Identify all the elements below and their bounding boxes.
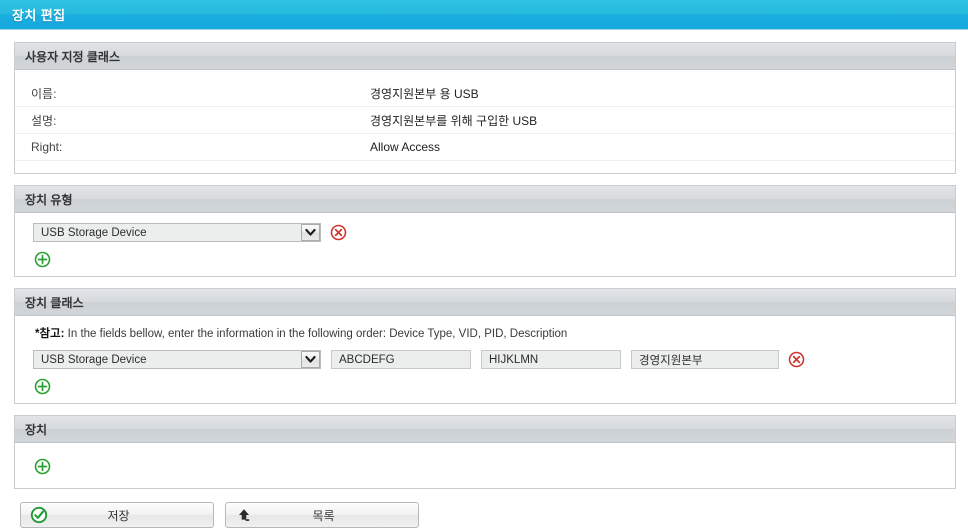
pid-input[interactable]: HIJKLMN	[481, 350, 621, 369]
device-type-panel-header: 장치 유형	[15, 186, 955, 213]
device-class-add-row	[15, 376, 955, 403]
name-label: 이름:	[31, 86, 57, 101]
add-circle-icon[interactable]	[34, 251, 51, 268]
check-circle-icon	[30, 506, 48, 524]
device-class-panel-title: 장치 클래스	[25, 295, 84, 310]
custom-class-panel-header: 사용자 지정 클래스	[15, 43, 955, 70]
add-circle-icon[interactable]	[34, 378, 51, 395]
device-class-row: USB Storage Device ABCDEFG HIJKLMN 경영지원본…	[15, 350, 955, 369]
device-type-select[interactable]: USB Storage Device	[33, 223, 321, 242]
chevron-down-icon[interactable]	[301, 224, 320, 241]
custom-class-panel-title: 사용자 지정 클래스	[25, 49, 120, 64]
device-class-note: *참고: In the fields bellow, enter the inf…	[15, 316, 955, 350]
panel-top-spacer	[15, 70, 955, 80]
custom-class-panel-body: 이름: 경영지원본부 용 USB 설명: 경영지원본부를 위해 구입한 USB …	[15, 70, 955, 173]
info-row-description: 설명: 경영지원본부를 위해 구입한 USB	[15, 107, 955, 134]
footer-button-bar: 저장 목록	[14, 500, 956, 528]
description-input[interactable]: 경영지원본부	[631, 350, 779, 369]
save-button-label: 저장	[107, 508, 130, 523]
device-class-select[interactable]: USB Storage Device	[33, 350, 321, 369]
info-row-right: Right: Allow Access	[15, 134, 955, 161]
device-class-panel-body: *참고: In the fields bellow, enter the inf…	[15, 316, 955, 403]
remove-circle-icon[interactable]	[330, 224, 347, 241]
page-title: 장치 편집	[12, 8, 66, 23]
device-type-row: USB Storage Device	[15, 223, 955, 242]
panel-bottom-spacer	[15, 161, 955, 173]
device-type-select-value: USB Storage Device	[41, 226, 147, 239]
save-button[interactable]: 저장	[20, 502, 214, 528]
list-button[interactable]: 목록	[225, 502, 419, 528]
device-add-row	[15, 456, 955, 475]
device-class-note-text: In the fields bellow, enter the informat…	[64, 328, 568, 340]
device-class-panel-header: 장치 클래스	[15, 289, 955, 316]
device-class-panel: 장치 클래스 *참고: In the fields bellow, enter …	[14, 288, 956, 404]
custom-class-panel: 사용자 지정 클래스 이름: 경영지원본부 용 USB 설명: 경영지원본부를 …	[14, 42, 956, 174]
window-titlebar: 장치 편집	[0, 0, 968, 30]
device-type-add-row	[15, 249, 955, 268]
description-value: 경영지원본부를 위해 구입한 USB	[370, 113, 538, 128]
pid-input-value: HIJKLMN	[489, 353, 539, 366]
remove-circle-icon[interactable]	[788, 351, 805, 368]
arrow-up-icon	[235, 506, 253, 524]
right-value: Allow Access	[370, 140, 441, 154]
name-value: 경영지원본부 용 USB	[370, 86, 479, 101]
info-row-name: 이름: 경영지원본부 용 USB	[15, 80, 955, 107]
device-type-panel-body: USB Storage Device	[15, 213, 955, 276]
list-button-label: 목록	[312, 508, 335, 523]
device-panel-body	[15, 443, 955, 488]
description-label: 설명:	[31, 113, 57, 128]
device-panel: 장치	[14, 415, 956, 489]
device-panel-header: 장치	[15, 416, 955, 443]
vid-input-value: ABCDEFG	[339, 353, 395, 366]
device-type-panel: 장치 유형 USB Storage Device	[14, 185, 956, 277]
chevron-down-icon[interactable]	[301, 351, 320, 368]
right-label: Right:	[31, 140, 63, 154]
vid-input[interactable]: ABCDEFG	[331, 350, 471, 369]
description-input-value: 경영지원본부	[639, 354, 703, 367]
device-class-select-value: USB Storage Device	[41, 353, 147, 366]
add-circle-icon[interactable]	[34, 458, 51, 475]
device-class-note-prefix: *참고:	[35, 328, 65, 340]
page-content: 사용자 지정 클래스 이름: 경영지원본부 용 USB 설명: 경영지원본부를 …	[0, 30, 968, 528]
device-panel-title: 장치	[25, 422, 48, 437]
device-type-panel-title: 장치 유형	[25, 192, 73, 207]
